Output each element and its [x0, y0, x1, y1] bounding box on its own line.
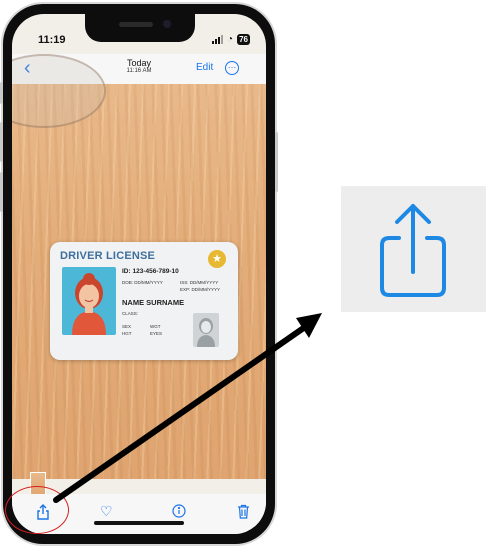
notch	[85, 14, 195, 42]
front-camera	[163, 20, 171, 28]
speaker	[119, 22, 153, 27]
pointer-arrow	[53, 313, 322, 503]
